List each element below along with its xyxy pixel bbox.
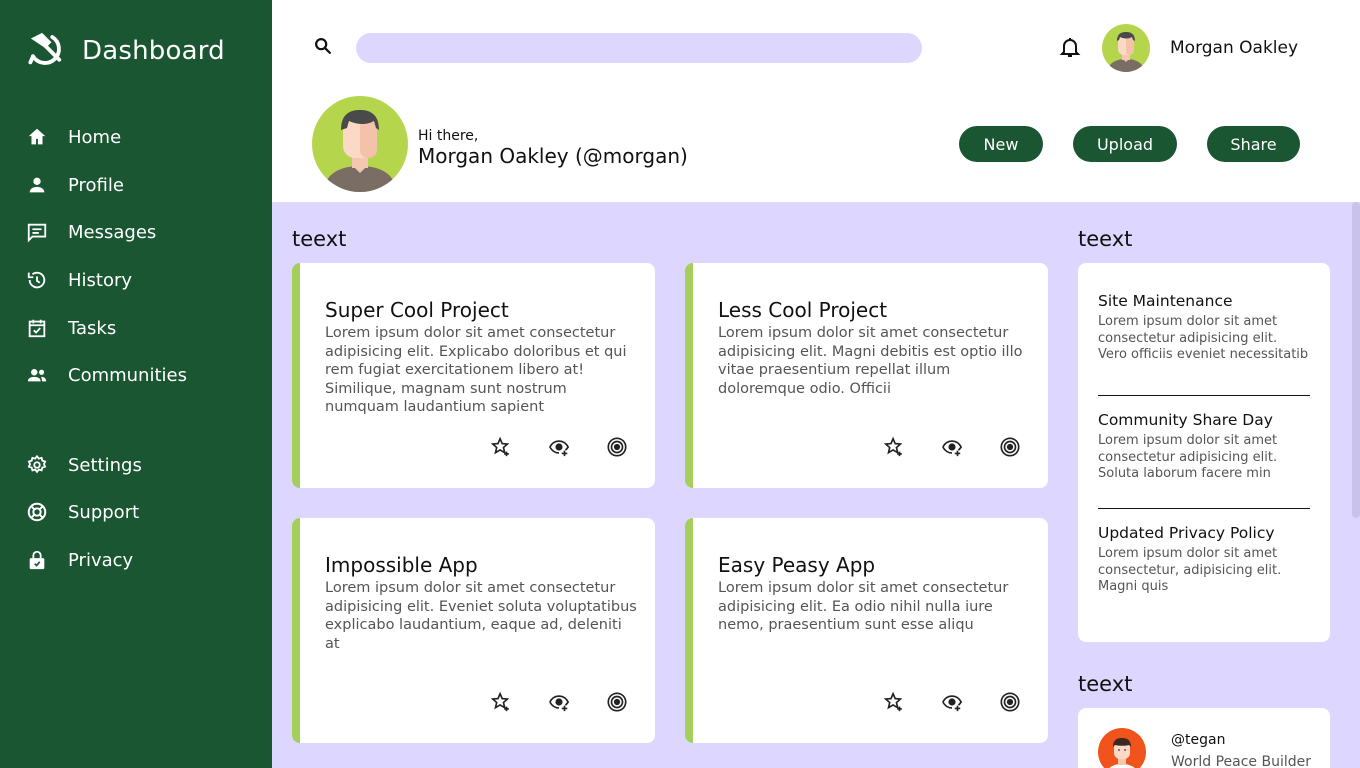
star-add-icon[interactable] <box>490 436 512 458</box>
watch-add-icon[interactable] <box>941 436 963 458</box>
target-icon[interactable] <box>606 691 628 713</box>
announcement-body: Lorem ipsum dolor sit amet consectetur, … <box>1098 546 1282 594</box>
greeting-label: Hi there, <box>418 128 479 144</box>
main-content: Morgan Oakley Hi there, Morgan Oakley (@… <box>272 0 1360 768</box>
announcements-panel: Site Maintenance Lorem ipsum dolor sit a… <box>1078 263 1330 642</box>
watch-add-icon[interactable] <box>548 691 570 713</box>
header: Morgan Oakley Hi there, Morgan Oakley (@… <box>272 0 1360 202</box>
greeting-name: Morgan Oakley (@morgan) <box>418 144 688 168</box>
hammer-sickle-icon <box>26 30 68 72</box>
card-title: Less Cool Project <box>718 298 888 322</box>
card-actions <box>883 691 1021 713</box>
home-icon <box>26 126 48 148</box>
bell-icon[interactable] <box>1058 35 1082 59</box>
project-card[interactable]: Super Cool Project Lorem ipsum dolor sit… <box>292 263 655 488</box>
card-title: Impossible App <box>325 553 478 577</box>
trending-subtitle: World Peace Builder <box>1171 754 1311 768</box>
announcement-body: Lorem ipsum dolor sit amet consectetur a… <box>1098 433 1278 481</box>
tasks-icon <box>26 317 48 339</box>
avatar[interactable] <box>1102 24 1150 72</box>
card-body: Lorem ipsum dolor sit amet consectetur a… <box>718 580 1009 633</box>
lock-icon <box>26 549 48 571</box>
target-icon[interactable] <box>999 691 1021 713</box>
card-actions <box>490 436 628 458</box>
sidebar-item-label: Home <box>68 126 122 148</box>
target-icon[interactable] <box>606 436 628 458</box>
star-add-icon[interactable] <box>883 436 905 458</box>
sidebar-item-settings[interactable]: Settings <box>26 454 142 476</box>
scrollbar[interactable] <box>1352 202 1360 518</box>
project-card[interactable]: Easy Peasy App Lorem ipsum dolor sit ame… <box>685 518 1048 743</box>
lifebuoy-icon <box>26 501 48 523</box>
announcement-body: Lorem ipsum dolor sit amet consectetur a… <box>1098 314 1309 362</box>
card-body: Lorem ipsum dolor sit amet consectetur a… <box>718 325 1023 397</box>
card-actions <box>883 436 1021 458</box>
project-card[interactable]: Impossible App Lorem ipsum dolor sit ame… <box>292 518 655 743</box>
projects-title: teext <box>292 227 347 251</box>
sidebar-item-label: Support <box>68 501 140 523</box>
announcement-title: Site Maintenance <box>1098 292 1233 310</box>
announcement-title: Community Share Day <box>1098 411 1273 429</box>
star-add-icon[interactable] <box>490 691 512 713</box>
star-add-icon[interactable] <box>883 691 905 713</box>
upload-button[interactable]: Upload <box>1073 126 1177 162</box>
project-card[interactable]: Less Cool Project Lorem ipsum dolor sit … <box>685 263 1048 488</box>
trending-handle[interactable]: @tegan <box>1171 732 1225 748</box>
divider <box>1098 395 1310 396</box>
sidebar-item-communities[interactable]: Communities <box>26 364 187 386</box>
share-button[interactable]: Share <box>1207 126 1300 162</box>
brand[interactable]: Dashboard <box>26 30 225 72</box>
profile-avatar <box>312 96 408 192</box>
sidebar: Dashboard Home Profile Messages History … <box>0 0 272 768</box>
person-icon <box>26 174 48 196</box>
sidebar-item-support[interactable]: Support <box>26 501 139 523</box>
user-name[interactable]: Morgan Oakley <box>1170 38 1298 58</box>
sidebar-item-history[interactable]: History <box>26 269 132 291</box>
brand-title: Dashboard <box>82 36 225 66</box>
message-icon <box>26 221 48 243</box>
new-button[interactable]: New <box>959 126 1043 162</box>
sidebar-item-label: Settings <box>68 454 142 476</box>
communities-icon <box>26 364 48 386</box>
sidebar-item-label: Privacy <box>68 549 134 571</box>
trending-title: teext <box>1078 672 1133 696</box>
search-input[interactable] <box>356 33 922 63</box>
card-title: Easy Peasy App <box>718 553 876 577</box>
card-body: Lorem ipsum dolor sit amet consectetur a… <box>325 325 627 415</box>
sidebar-item-label: Tasks <box>68 317 117 339</box>
announcement-title: Updated Privacy Policy <box>1098 524 1275 542</box>
announcement-item[interactable]: Updated Privacy Policy Lorem ipsum dolor… <box>1098 524 1310 596</box>
card-title: Super Cool Project <box>325 298 509 322</box>
watch-add-icon[interactable] <box>548 436 570 458</box>
trending-panel: @tegan World Peace Builder <box>1078 708 1330 768</box>
sidebar-item-messages[interactable]: Messages <box>26 221 156 243</box>
announcements-title: teext <box>1078 227 1133 251</box>
sidebar-item-label: Messages <box>68 221 157 243</box>
search-icon[interactable] <box>312 35 334 57</box>
sidebar-item-privacy[interactable]: Privacy <box>26 549 133 571</box>
sidebar-item-home[interactable]: Home <box>26 126 121 148</box>
sidebar-item-tasks[interactable]: Tasks <box>26 317 116 339</box>
sidebar-item-label: Profile <box>68 174 124 196</box>
announcement-item[interactable]: Site Maintenance Lorem ipsum dolor sit a… <box>1098 292 1310 364</box>
history-icon <box>26 269 48 291</box>
sidebar-item-label: History <box>68 269 133 291</box>
sidebar-item-profile[interactable]: Profile <box>26 174 124 196</box>
divider <box>1098 508 1310 509</box>
announcement-item[interactable]: Community Share Day Lorem ipsum dolor si… <box>1098 411 1310 483</box>
avatar[interactable] <box>1098 728 1146 768</box>
watch-add-icon[interactable] <box>941 691 963 713</box>
card-actions <box>490 691 628 713</box>
target-icon[interactable] <box>999 436 1021 458</box>
gear-icon <box>26 454 48 476</box>
card-body: Lorem ipsum dolor sit amet consectetur a… <box>325 580 637 652</box>
sidebar-item-label: Communities <box>68 364 187 386</box>
